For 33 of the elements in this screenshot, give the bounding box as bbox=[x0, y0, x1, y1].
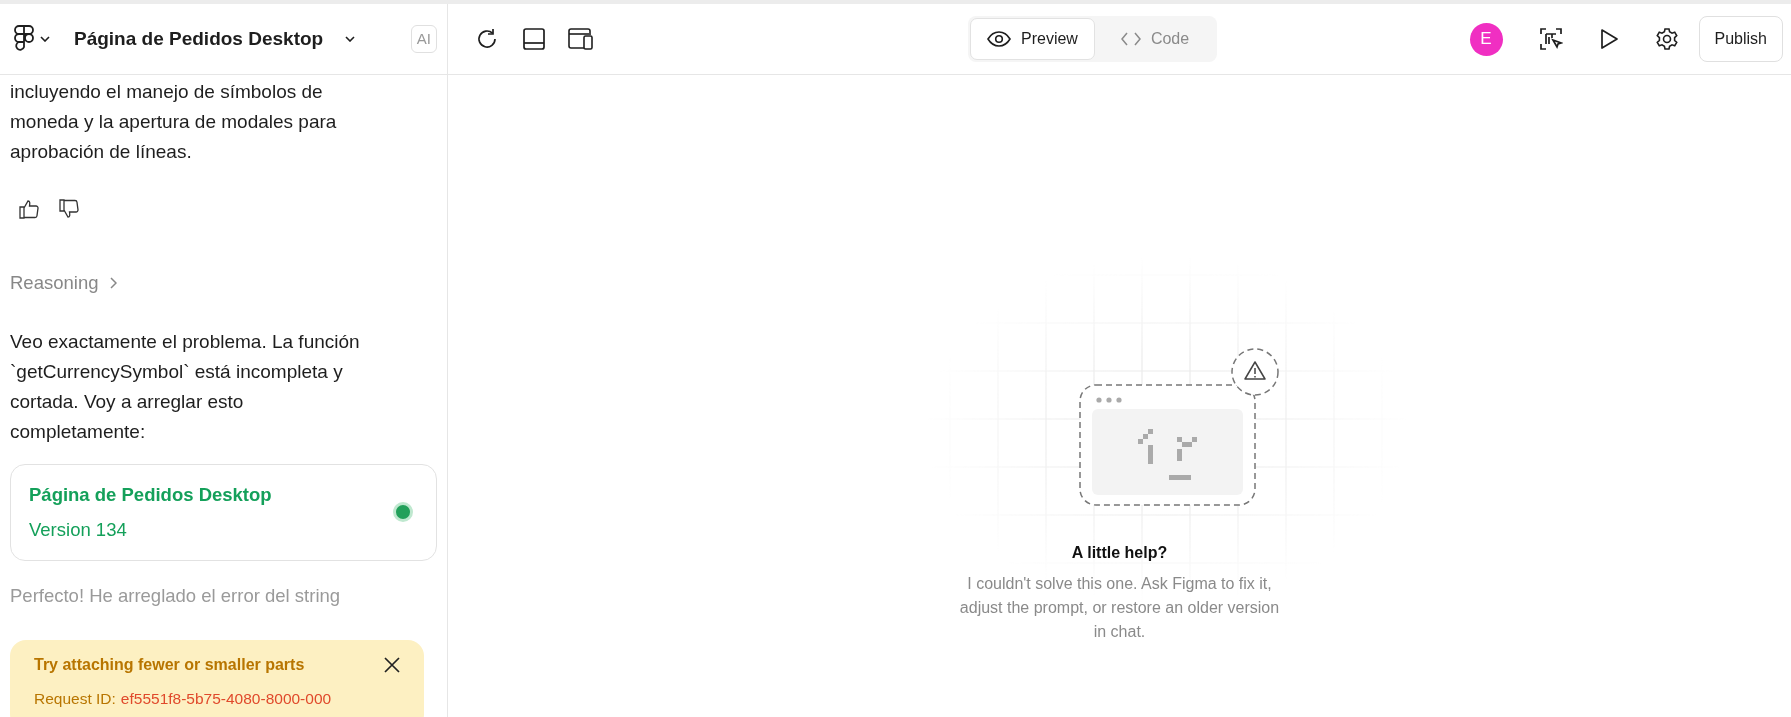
panel-bottom-icon[interactable] bbox=[522, 27, 546, 51]
view-tab[interactable]: Preview bbox=[970, 18, 1095, 60]
refresh-icon[interactable] bbox=[476, 28, 498, 50]
reasoning-toggle[interactable]: Reasoning bbox=[10, 269, 99, 297]
user-avatar[interactable]: E bbox=[1469, 22, 1503, 56]
view-tab[interactable]: Code bbox=[1094, 18, 1216, 60]
error-title: A little help? bbox=[1071, 543, 1168, 563]
thumbs-up-icon[interactable] bbox=[19, 199, 39, 219]
version-title: Página de Pedidos Desktop bbox=[29, 482, 273, 507]
chevron-down-icon[interactable] bbox=[40, 36, 50, 42]
version-card[interactable]: Página de Pedidos Desktop Version 134 bbox=[10, 463, 437, 561]
chat-message: incluyendo el manejo de símbolos de moneda y la apertura de modales para aprobación de líneas. bbox=[10, 80, 338, 164]
thumbs-down-icon[interactable] bbox=[59, 199, 79, 219]
settings-icon[interactable] bbox=[1654, 27, 1679, 51]
frame-select-icon[interactable] bbox=[1538, 27, 1563, 51]
error-description: I couldn't solve this one. Ask Figma to fix it, adjust the prompt, or restore an older version in chat. bbox=[959, 574, 1280, 642]
chevron-right-icon[interactable] bbox=[110, 276, 118, 289]
devices-icon[interactable] bbox=[568, 27, 594, 51]
figma-logo-icon[interactable] bbox=[14, 25, 34, 53]
request-label: Request ID: bbox=[34, 689, 116, 709]
chat-message: Veo exactamente el problema. La función `getCurrencySymbol` está incompleta y cortada. Voy a arreglar esto completamente: bbox=[10, 329, 361, 444]
publish-button[interactable]: Publish bbox=[1698, 16, 1783, 62]
play-icon[interactable] bbox=[1598, 28, 1619, 50]
eye-icon bbox=[987, 31, 1011, 47]
request-id: ef5551f8-5b75-4080-8000-000 bbox=[120, 689, 332, 709]
chat-message: Perfecto! He arreglado el error del string bbox=[10, 583, 342, 608]
close-icon[interactable] bbox=[384, 657, 400, 673]
chevron-down-icon[interactable] bbox=[345, 36, 356, 42]
project-title[interactable]: Página de Pedidos Desktop bbox=[74, 24, 324, 54]
code-icon bbox=[1120, 32, 1141, 46]
version-number: Version 134 bbox=[29, 518, 128, 543]
toast-title: Try attaching fewer or smaller parts bbox=[34, 655, 305, 675]
ai-badge[interactable]: AI bbox=[410, 24, 437, 54]
